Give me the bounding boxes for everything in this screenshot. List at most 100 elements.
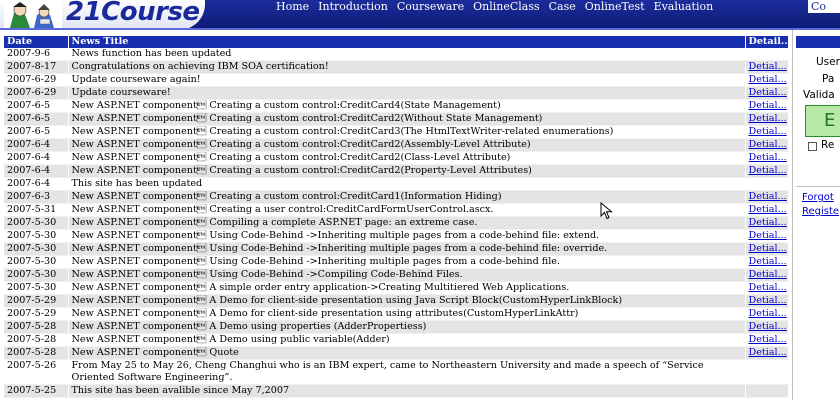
news-detail-link[interactable]: Detial... xyxy=(749,165,787,176)
table-row: 2007-5-28 New ASP.NET component A Demo u… xyxy=(4,320,789,334)
news-date: 2007-8-17 xyxy=(4,60,69,74)
news-detail-link[interactable]: Detial... xyxy=(749,87,787,98)
news-detail-link[interactable]: Detial... xyxy=(749,334,787,345)
remember-me-checkbox[interactable] xyxy=(808,142,817,151)
register-link[interactable]: Registe xyxy=(802,206,839,217)
news-detail-link[interactable]: Detial... xyxy=(749,113,787,124)
table-header-row: Date News Title Detail... xyxy=(4,36,789,48)
password-label: Pa xyxy=(822,73,835,85)
news-detail-link[interactable]: Detial... xyxy=(749,139,787,150)
table-row: 2007-6-5 New ASP.NET component Creating … xyxy=(4,99,789,113)
news-detail-cell: Detial... xyxy=(745,320,789,334)
news-detail-link[interactable]: Detial... xyxy=(749,217,787,228)
panel-divider xyxy=(792,30,793,400)
table-row: 2007-6-5 New ASP.NET component Creating … xyxy=(4,125,789,139)
table-row: 2007-8-17 Congratulations on achieving IB… xyxy=(4,60,789,74)
news-detail-link[interactable]: Detial... xyxy=(749,74,787,85)
news-date: 2007-6-5 xyxy=(4,99,69,113)
news-detail-link[interactable]: Detial... xyxy=(749,100,787,111)
news-detail-link[interactable]: Detial... xyxy=(749,282,787,293)
table-row: 2007-6-29 Update courseware again! Detial.… xyxy=(4,73,789,87)
news-detail-cell: Detial... xyxy=(745,229,789,243)
news-detail-cell: Detial... xyxy=(745,242,789,256)
news-title: New ASP.NET component Creating a custom… xyxy=(68,151,746,165)
nav-introduction[interactable]: Introduction xyxy=(318,0,388,14)
news-title: New ASP.NET component Creating a custom… xyxy=(68,99,746,113)
news-date: 2007-6-4 xyxy=(4,151,69,165)
table-row: 2007-5-30 New ASP.NET component Using Co… xyxy=(4,229,789,243)
news-detail-link[interactable]: Detial... xyxy=(749,191,787,202)
news-date: 2007-5-30 xyxy=(4,229,69,243)
news-detail-link[interactable]: Detial... xyxy=(749,126,787,137)
news-detail-link[interactable]: Detial... xyxy=(749,308,787,319)
nav-onlinetest[interactable]: OnlineTest xyxy=(585,0,645,14)
table-row: 2007-6-4 This site has been updated xyxy=(4,177,789,191)
table-row: 2007-5-30 New ASP.NET component A simple… xyxy=(4,281,789,295)
forgot-password-link[interactable]: Forgot xyxy=(802,192,834,203)
header-divider xyxy=(0,28,840,30)
news-detail-cell: Detial... xyxy=(745,294,789,308)
nav-case[interactable]: Case xyxy=(549,0,576,14)
login-button[interactable]: E xyxy=(805,105,840,137)
logo-text: 21Course xyxy=(66,0,200,27)
table-row: 2007-6-4 New ASP.NET component Creating … xyxy=(4,151,789,165)
news-detail-cell: Detial... xyxy=(745,346,789,360)
news-detail-link[interactable]: Detial... xyxy=(749,152,787,163)
nav-onlineclass[interactable]: OnlineClass xyxy=(473,0,540,14)
news-title: From May 25 to May 26, Cheng Changhui wh… xyxy=(68,359,746,385)
news-title: New ASP.NET component Using Code-Behind… xyxy=(68,242,746,256)
news-detail-link[interactable]: Detial... xyxy=(749,295,787,306)
news-detail-link[interactable]: Detial... xyxy=(749,61,787,72)
table-row: 2007-6-29 Update courseware! Detial... xyxy=(4,86,789,100)
news-date: 2007-5-28 xyxy=(4,320,69,334)
logo[interactable]: 21Course xyxy=(0,0,205,30)
news-title: This site has been avalible since May 7,… xyxy=(68,384,746,398)
news-title: Update courseware again! xyxy=(68,73,746,87)
validation-code-label: Valida xyxy=(803,89,835,101)
nav-courseware[interactable]: Courseware xyxy=(397,0,464,14)
news-date: 2007-6-29 xyxy=(4,73,69,87)
news-date: 2007-5-29 xyxy=(4,294,69,308)
news-detail-cell: Detial... xyxy=(745,307,789,321)
news-date: 2007-5-28 xyxy=(4,346,69,360)
news-detail-cell: Detial... xyxy=(745,333,789,347)
news-detail-cell: Detial... xyxy=(745,268,789,282)
table-row: 2007-5-25 This site has been avalible sin… xyxy=(4,384,789,398)
header-bar: 21Course Home Introduction Courseware On… xyxy=(0,0,840,30)
news-date: 2007-5-29 xyxy=(4,307,69,321)
news-detail-link[interactable]: Detial... xyxy=(749,347,787,358)
news-detail-cell: Detial... xyxy=(745,112,789,126)
table-row: 2007-6-3 New ASP.NET component Creating … xyxy=(4,190,789,204)
news-title: New ASP.NET component Creating a custom… xyxy=(68,190,746,204)
news-detail-link[interactable]: Detial... xyxy=(749,256,787,267)
news-detail-link[interactable]: Detial... xyxy=(749,321,787,332)
news-detail-cell xyxy=(745,177,789,191)
news-detail-cell: Detial... xyxy=(745,255,789,269)
news-detail-cell: Detial... xyxy=(745,138,789,152)
news-detail-link[interactable]: Detial... xyxy=(749,243,787,254)
header-date: Date xyxy=(4,36,69,48)
news-date: 2007-6-4 xyxy=(4,177,69,191)
news-detail-link[interactable]: Detial... xyxy=(749,230,787,241)
table-row: 2007-5-30 New ASP.NET component Compilin… xyxy=(4,216,789,230)
news-detail-link[interactable]: Detial... xyxy=(749,204,787,215)
news-detail-link[interactable]: Detial... xyxy=(749,269,787,280)
news-date: 2007-5-30 xyxy=(4,216,69,230)
news-date: 2007-6-3 xyxy=(4,190,69,204)
nav-evaluation[interactable]: Evaluation xyxy=(654,0,714,14)
news-title: Congratulations on achieving IBM SOA cer… xyxy=(68,60,746,74)
news-date: 2007-5-30 xyxy=(4,242,69,256)
table-row: 2007-5-28 New ASP.NET component Quote Det… xyxy=(4,346,789,360)
news-title: New ASP.NET component Creating a custom… xyxy=(68,138,746,152)
news-date: 2007-6-29 xyxy=(4,86,69,100)
nav-home[interactable]: Home xyxy=(276,0,309,14)
news-detail-cell: Detial... xyxy=(745,60,789,74)
header-detail: Detail... xyxy=(745,36,789,48)
news-detail-cell: Detial... xyxy=(745,99,789,113)
table-row: 2007-5-30 New ASP.NET component Using Co… xyxy=(4,255,789,269)
table-row: 2007-5-26 From May 25 to May 26, Cheng Ch… xyxy=(4,359,789,385)
table-row: 2007-6-4 New ASP.NET component Creating … xyxy=(4,138,789,152)
table-row: 2007-9-6 News function has been updated xyxy=(4,48,789,61)
nav-overflow-item[interactable]: Co xyxy=(808,0,840,13)
news-detail-cell: Detial... xyxy=(745,125,789,139)
